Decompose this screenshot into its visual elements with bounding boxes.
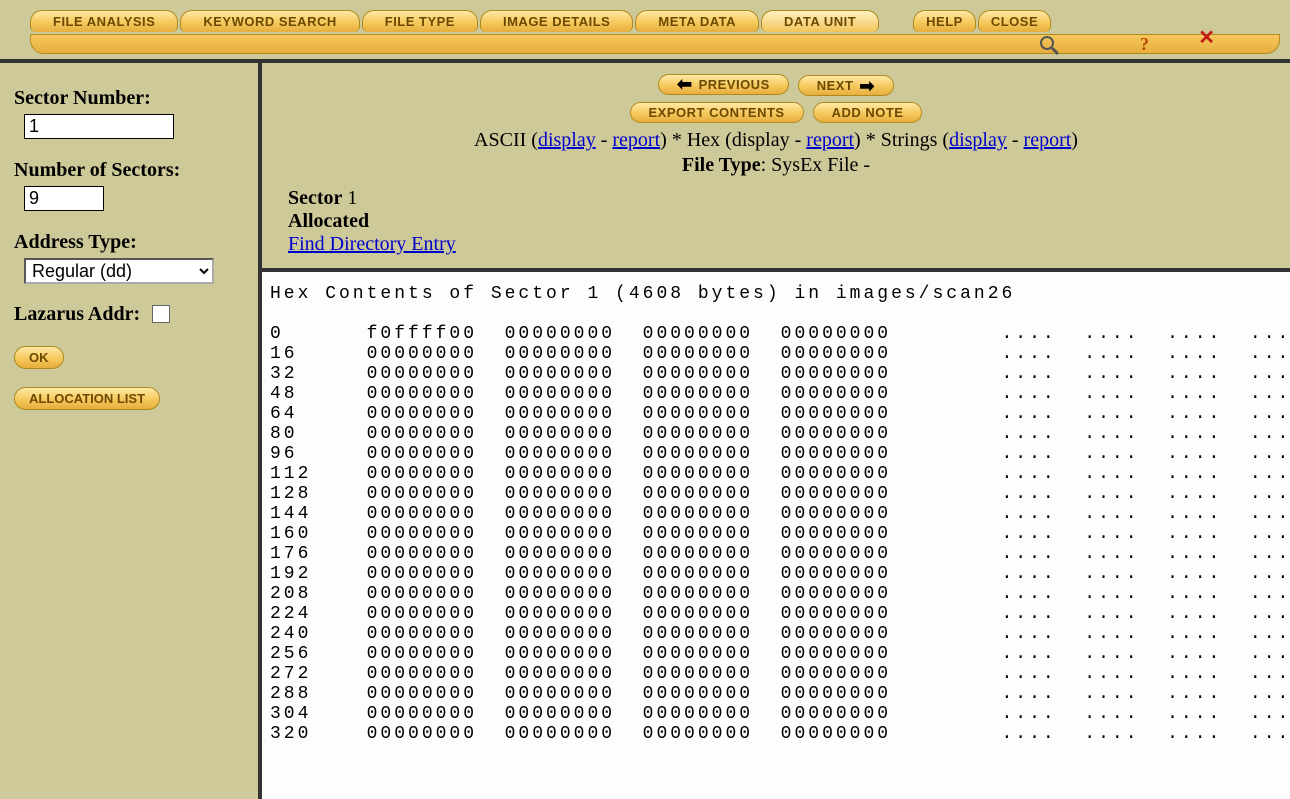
find-directory-entry-link[interactable]: Find Directory Entry	[288, 233, 456, 255]
help-icon[interactable]: ?	[1140, 34, 1149, 55]
sidebar: Sector Number: Number of Sectors: Addres…	[0, 63, 262, 799]
ascii-display-link[interactable]: display	[538, 129, 596, 151]
address-type-select[interactable]: Regular (dd)	[24, 258, 214, 284]
file-type-value: SysEx File -	[771, 154, 870, 176]
tab-close[interactable]: CLOSE	[978, 10, 1051, 32]
address-type-label: Address Type:	[14, 231, 248, 254]
sector-number-value: 1	[347, 187, 357, 209]
sector-number-input[interactable]	[24, 114, 174, 139]
tab-image-details[interactable]: IMAGE DETAILS	[480, 10, 633, 32]
tab-file-analysis[interactable]: FILE ANALYSIS	[30, 10, 178, 32]
hex-report-link[interactable]: report	[806, 129, 854, 151]
next-button[interactable]: NEXT ➡	[798, 75, 894, 96]
hex-pane[interactable]: Hex Contents of Sector 1 (4608 bytes) in…	[262, 272, 1290, 799]
lazarus-checkbox[interactable]	[152, 305, 170, 323]
tab-help[interactable]: HELP	[913, 10, 976, 32]
content-header: ⬅ PREVIOUS NEXT ➡ EXPORT CONTENTS ADD NO…	[262, 63, 1290, 272]
content-pane: ⬅ PREVIOUS NEXT ➡ EXPORT CONTENTS ADD NO…	[262, 63, 1290, 799]
ascii-report-link[interactable]: report	[612, 129, 660, 151]
tab-meta-data[interactable]: META DATA	[635, 10, 759, 32]
close-icon[interactable]: ✕	[1198, 31, 1215, 45]
toolbar-underbar: ? ✕	[30, 34, 1280, 54]
magnifier-icon[interactable]	[1039, 35, 1059, 60]
allocation-list-button[interactable]: ALLOCATION LIST	[14, 387, 160, 410]
strings-report-link[interactable]: report	[1024, 129, 1072, 151]
lazarus-label: Lazarus Addr:	[14, 303, 140, 326]
strings-display-link[interactable]: display	[949, 129, 1007, 151]
tab-file-type[interactable]: FILE TYPE	[362, 10, 478, 32]
add-note-button[interactable]: ADD NOTE	[813, 102, 923, 123]
format-row: ASCII (display - report) * Hex (display …	[272, 129, 1280, 152]
allocation-status: Allocated	[288, 210, 369, 232]
export-contents-button[interactable]: EXPORT CONTENTS	[630, 102, 804, 123]
num-sectors-label: Number of Sectors:	[14, 159, 248, 182]
ok-button[interactable]: OK	[14, 346, 64, 369]
hex-display-label: display	[732, 129, 790, 151]
num-sectors-input[interactable]	[24, 186, 104, 211]
previous-button[interactable]: ⬅ PREVIOUS	[658, 74, 789, 95]
tab-keyword-search[interactable]: KEYWORD SEARCH	[180, 10, 359, 32]
top-toolbar: FILE ANALYSIS KEYWORD SEARCH FILE TYPE I…	[0, 0, 1290, 63]
arrow-left-icon: ⬅	[677, 78, 693, 90]
sector-number-label: Sector Number:	[14, 87, 248, 110]
tab-data-unit[interactable]: DATA UNIT	[761, 10, 879, 32]
arrow-right-icon: ➡	[859, 80, 875, 92]
